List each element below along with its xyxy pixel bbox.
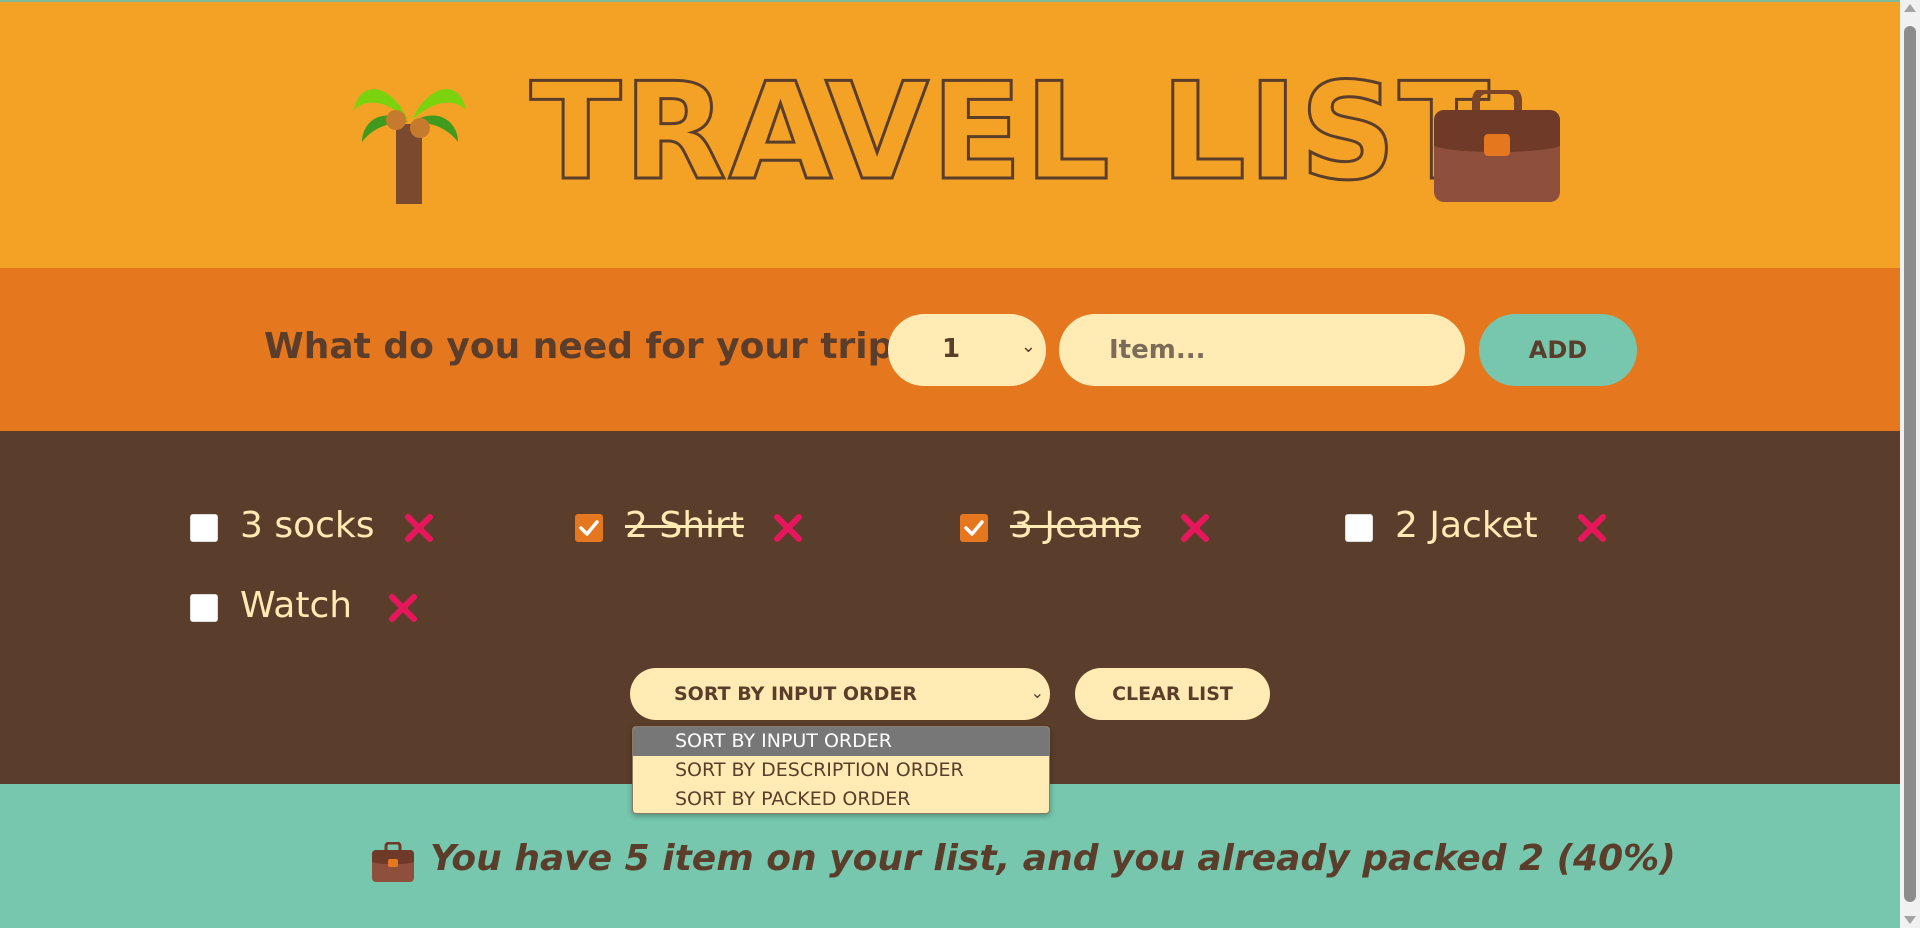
add-button[interactable]: ADD: [1479, 314, 1637, 386]
chevron-down-icon: ⌄: [1030, 683, 1044, 702]
sort-value: SORT BY INPUT ORDER: [674, 683, 918, 705]
palm-tree-icon: [354, 89, 466, 204]
packed-checkbox[interactable]: [960, 514, 988, 542]
list-item: 2 Shirt: [575, 505, 835, 555]
item-label: 3 socks: [240, 505, 375, 546]
app-title: TRAVEL LIST: [529, 54, 1492, 210]
packed-checkbox[interactable]: [190, 594, 218, 622]
item-label: 3 Jeans: [1010, 505, 1141, 546]
sort-option-packed[interactable]: SORT BY PACKED ORDER: [633, 785, 1049, 813]
list-item: 3 Jeans: [960, 505, 1240, 555]
form-question: What do you need for your trip?: [264, 326, 915, 367]
quantity-select[interactable]: 1 ⌄: [888, 314, 1046, 386]
packed-checkbox[interactable]: [575, 514, 603, 542]
briefcase-icon: [1434, 90, 1560, 202]
item-input[interactable]: [1059, 314, 1465, 386]
scroll-thumb[interactable]: [1904, 26, 1916, 902]
delete-icon[interactable]: [1575, 511, 1609, 545]
app-header: TRAVEL LIST: [0, 0, 1900, 268]
page-scrollbar[interactable]: [1900, 0, 1920, 928]
quantity-value: 1: [942, 334, 961, 364]
delete-icon[interactable]: [771, 511, 805, 545]
delete-icon[interactable]: [1178, 511, 1212, 545]
scroll-down-icon[interactable]: [1904, 916, 1916, 924]
item-label: Watch: [240, 585, 353, 626]
sort-option-input[interactable]: SORT BY INPUT ORDER: [633, 727, 1049, 756]
clear-list-button[interactable]: CLEAR LIST: [1075, 668, 1270, 720]
packed-checkbox[interactable]: [190, 514, 218, 542]
add-item-form: What do you need for your trip? 1 ⌄ ADD: [0, 268, 1900, 431]
scroll-up-icon[interactable]: [1904, 4, 1916, 12]
packed-checkbox[interactable]: [1345, 514, 1373, 542]
delete-icon[interactable]: [386, 591, 420, 625]
item-label: 2 Shirt: [625, 505, 744, 546]
sort-select[interactable]: SORT BY INPUT ORDER ⌄: [630, 668, 1050, 720]
stats-text: You have 5 item on your list, and you al…: [430, 838, 1676, 879]
briefcase-icon: [372, 842, 414, 882]
sort-dropdown-menu: SORT BY INPUT ORDER SORT BY DESCRIPTION …: [632, 726, 1050, 814]
sort-option-description[interactable]: SORT BY DESCRIPTION ORDER: [633, 756, 1049, 785]
list-item: 3 socks: [190, 505, 440, 555]
delete-icon[interactable]: [402, 511, 436, 545]
list-item: Watch: [190, 585, 430, 635]
page: TRAVEL LIST What do you need for your tr…: [0, 0, 1900, 928]
item-label: 2 Jacket: [1395, 505, 1538, 546]
list-item: 2 Jacket: [1345, 505, 1625, 555]
chevron-down-icon: ⌄: [1020, 336, 1036, 357]
